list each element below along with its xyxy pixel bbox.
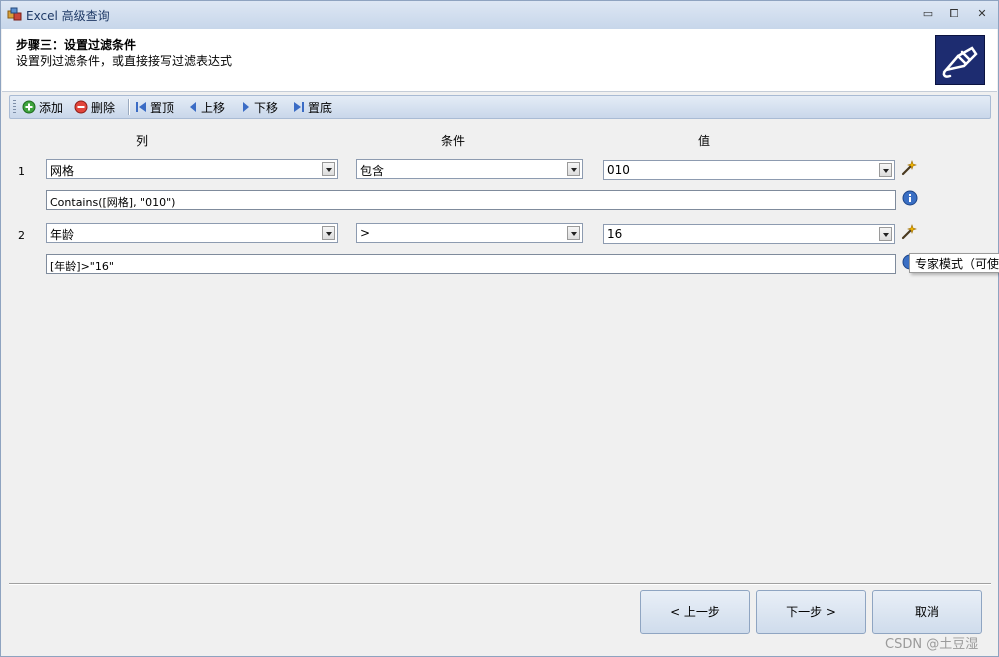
wizard-logo-icon [935, 35, 985, 85]
maximize-icon[interactable]: ⧠ [945, 6, 963, 22]
move-bottom-label: 置底 [308, 100, 333, 115]
delete-icon [74, 100, 88, 114]
cancel-button[interactable]: 取消 [872, 590, 982, 634]
move-up-button[interactable]: 上移 [188, 97, 225, 117]
column-header-column: 列 [136, 134, 149, 148]
move-top-icon [136, 102, 146, 112]
column-select-value: 网格 [50, 164, 75, 178]
title-bar: Excel 高级查询 ▭ ⧠ ✕ [1, 1, 998, 29]
prev-step-button[interactable]: < 上一步 [640, 590, 750, 634]
column-header-condition: 条件 [441, 134, 466, 148]
condition-select[interactable]: 包含 [356, 159, 583, 179]
move-top-label: 置顶 [150, 100, 175, 115]
chevron-down-icon[interactable] [879, 163, 892, 177]
expression-value: [年龄]>"16" [50, 260, 114, 273]
expression-value: Contains([网格], "010") [50, 196, 176, 209]
excel-app-icon [7, 7, 22, 21]
chevron-down-icon[interactable] [322, 162, 335, 176]
chevron-down-icon[interactable] [567, 226, 580, 240]
add-label: 添加 [39, 100, 64, 115]
value-select[interactable]: 010 [603, 160, 895, 180]
minimize-icon[interactable]: ▭ [919, 6, 937, 22]
magic-wand-icon[interactable] [901, 224, 917, 240]
expression-input[interactable]: Contains([网格], "010") [46, 190, 896, 210]
move-down-label: 下移 [254, 100, 279, 115]
footer-divider [9, 583, 991, 585]
close-icon[interactable]: ✕ [973, 6, 991, 22]
toolbar-grip[interactable] [13, 100, 16, 114]
row-number: 2 [18, 229, 25, 242]
step-title: 步骤三：设置过滤条件 [16, 38, 137, 52]
window-title: Excel 高级查询 [26, 9, 110, 23]
move-bottom-button[interactable]: 置底 [293, 97, 332, 117]
value-select-value: 16 [607, 227, 623, 241]
toolbar-separator [128, 99, 130, 115]
column-select[interactable]: 年龄 [46, 223, 338, 243]
main-window: Excel 高级查询 ▭ ⧠ ✕ 步骤三：设置过滤条件 设置列过滤条件，或直接接… [0, 0, 999, 657]
chevron-down-icon[interactable] [567, 162, 580, 176]
next-step-button[interactable]: 下一步 > [756, 590, 866, 634]
watermark: CSDN @土豆湿 [885, 637, 979, 652]
filter-toolbar: 添加 删除 置顶 上移 下移 置底 [9, 95, 991, 119]
condition-select-value: 包含 [360, 164, 385, 178]
move-top-button[interactable]: 置顶 [135, 97, 174, 117]
column-select[interactable]: 网格 [46, 159, 338, 179]
step-description: 设置列过滤条件，或直接接写过滤表达式 [16, 54, 233, 68]
move-up-label: 上移 [201, 100, 226, 115]
magic-wand-icon[interactable] [901, 160, 917, 176]
expert-mode-tooltip: 专家模式（可使 [909, 253, 999, 273]
wizard-header: 步骤三：设置过滤条件 设置列过滤条件，或直接接写过滤表达式 [2, 29, 997, 92]
move-up-icon [190, 102, 196, 112]
info-icon[interactable] [902, 190, 918, 206]
add-button[interactable]: 添加 [22, 97, 63, 117]
condition-select[interactable]: > [356, 223, 583, 243]
move-bottom-icon [294, 102, 304, 112]
value-select[interactable]: 16 [603, 224, 895, 244]
chevron-down-icon[interactable] [879, 227, 892, 241]
move-down-icon [243, 102, 249, 112]
delete-button[interactable]: 删除 [74, 97, 115, 117]
expression-input[interactable]: [年龄]>"16" [46, 254, 896, 274]
add-icon [22, 100, 36, 114]
column-header-value: 值 [698, 134, 711, 148]
value-select-value: 010 [607, 163, 630, 177]
delete-label: 删除 [91, 100, 116, 115]
condition-select-value: > [360, 226, 371, 240]
chevron-down-icon[interactable] [322, 226, 335, 240]
column-select-value: 年龄 [50, 228, 75, 242]
row-number: 1 [18, 165, 25, 178]
move-down-button[interactable]: 下移 [241, 97, 278, 117]
